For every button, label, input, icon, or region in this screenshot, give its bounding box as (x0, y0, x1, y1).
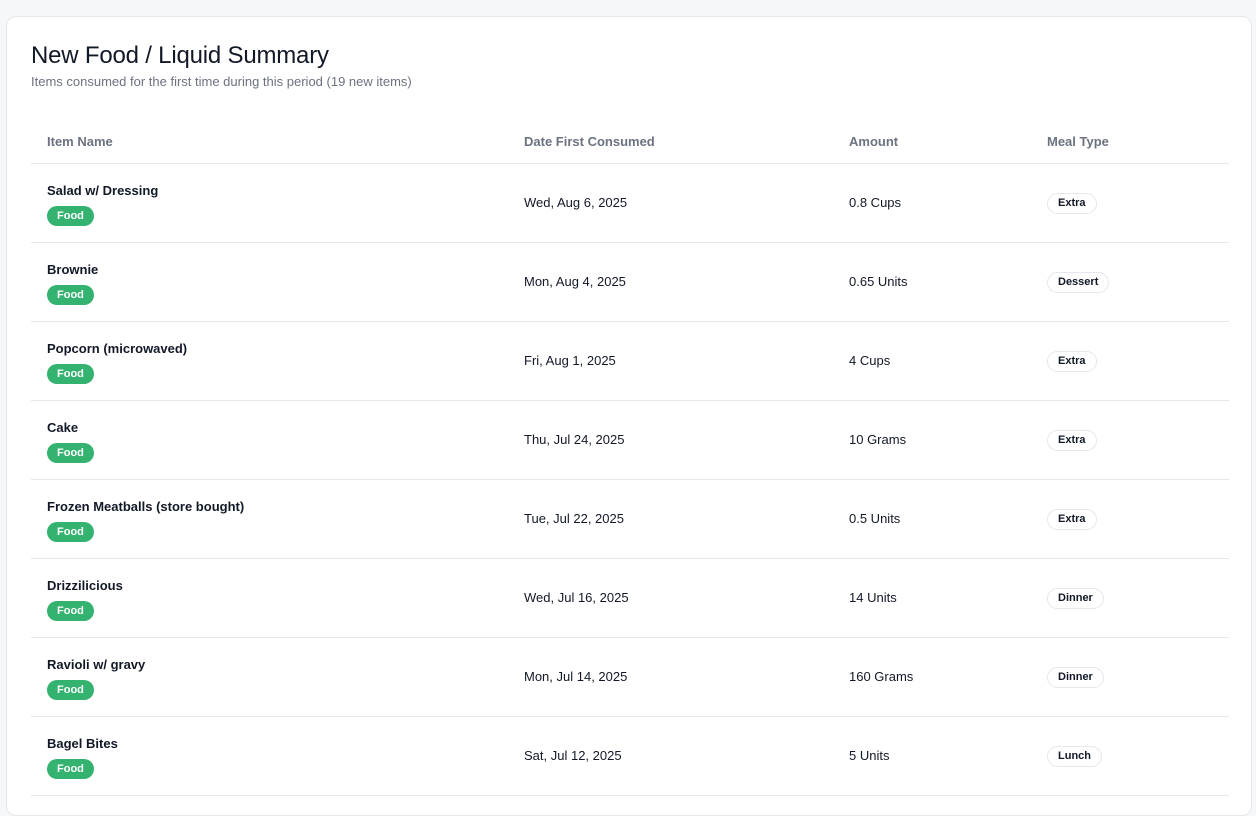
item-type-badge: Food (47, 680, 94, 700)
item-name: Brownie (47, 262, 99, 277)
table-row[interactable]: Drizzilicious Food Wed, Jul 16, 2025 14 … (31, 559, 1229, 638)
item-name: Cake (47, 420, 79, 435)
meal-type-badge: Dinner (1047, 667, 1104, 688)
date-first-consumed: Sat, Jul 12, 2025 (524, 748, 622, 763)
amount: 0.65 Units (849, 274, 908, 289)
page-title: New Food / Liquid Summary (31, 42, 329, 69)
amount: 0.5 Units (849, 511, 901, 526)
amount: 160 Grams (849, 669, 914, 684)
amount: 14 Units (849, 590, 897, 605)
new-items-table: Item Name Date First Consumed Amount Mea… (31, 122, 1229, 796)
date-first-consumed: Fri, Aug 1, 2025 (524, 353, 616, 368)
item-type-badge: Food (47, 443, 94, 463)
table-row[interactable]: Ravioli w/ gravy Food Mon, Jul 14, 2025 … (31, 638, 1229, 717)
meal-type-badge: Dinner (1047, 588, 1104, 609)
meal-type-badge: Extra (1047, 430, 1097, 451)
item-name: Popcorn (microwaved) (47, 341, 188, 356)
page-subtitle: Items consumed for the first time during… (31, 74, 412, 89)
meal-type-badge: Extra (1047, 509, 1097, 530)
table-row[interactable]: Cake Food Thu, Jul 24, 2025 10 Grams Ext… (31, 401, 1229, 480)
item-type-badge: Food (47, 285, 94, 305)
item-name: Ravioli w/ gravy (47, 657, 146, 672)
item-type-badge: Food (47, 206, 94, 226)
amount: 0.8 Cups (849, 195, 902, 210)
column-header-meal-type[interactable]: Meal Type (1047, 134, 1109, 149)
item-name: Drizzilicious (47, 578, 123, 593)
date-first-consumed: Mon, Aug 4, 2025 (524, 274, 626, 289)
table-row[interactable]: Bagel Bites Food Sat, Jul 12, 2025 5 Uni… (31, 717, 1229, 796)
date-first-consumed: Mon, Jul 14, 2025 (524, 669, 628, 684)
meal-type-badge: Extra (1047, 193, 1097, 214)
item-type-badge: Food (47, 364, 94, 384)
amount: 10 Grams (849, 432, 907, 447)
meal-type-badge: Lunch (1047, 746, 1102, 767)
column-header-date[interactable]: Date First Consumed (524, 134, 655, 149)
table-header: Item Name Date First Consumed Amount Mea… (31, 122, 1229, 164)
amount: 5 Units (849, 748, 890, 763)
table-row[interactable]: Popcorn (microwaved) Food Fri, Aug 1, 20… (31, 322, 1229, 401)
column-header-item-name[interactable]: Item Name (47, 134, 113, 149)
item-type-badge: Food (47, 522, 94, 542)
table-row[interactable]: Frozen Meatballs (store bought) Food Tue… (31, 480, 1229, 559)
column-header-amount[interactable]: Amount (849, 134, 898, 149)
item-type-badge: Food (47, 759, 94, 779)
meal-type-badge: Dessert (1047, 272, 1110, 293)
date-first-consumed: Tue, Jul 22, 2025 (524, 511, 624, 526)
date-first-consumed: Wed, Jul 16, 2025 (524, 590, 629, 605)
meal-type-badge: Extra (1047, 351, 1097, 372)
item-name: Frozen Meatballs (store bought) (47, 499, 245, 514)
table-row[interactable]: Salad w/ Dressing Food Wed, Aug 6, 2025 … (31, 164, 1229, 243)
item-name: Salad w/ Dressing (47, 183, 159, 198)
date-first-consumed: Wed, Aug 6, 2025 (524, 195, 628, 210)
amount: 4 Cups (849, 353, 891, 368)
item-type-badge: Food (47, 601, 94, 621)
item-name: Bagel Bites (47, 736, 118, 751)
date-first-consumed: Thu, Jul 24, 2025 (524, 432, 625, 447)
table-row[interactable]: Brownie Food Mon, Aug 4, 2025 0.65 Units… (31, 243, 1229, 322)
summary-card: New Food / Liquid Summary Items consumed… (6, 16, 1252, 816)
